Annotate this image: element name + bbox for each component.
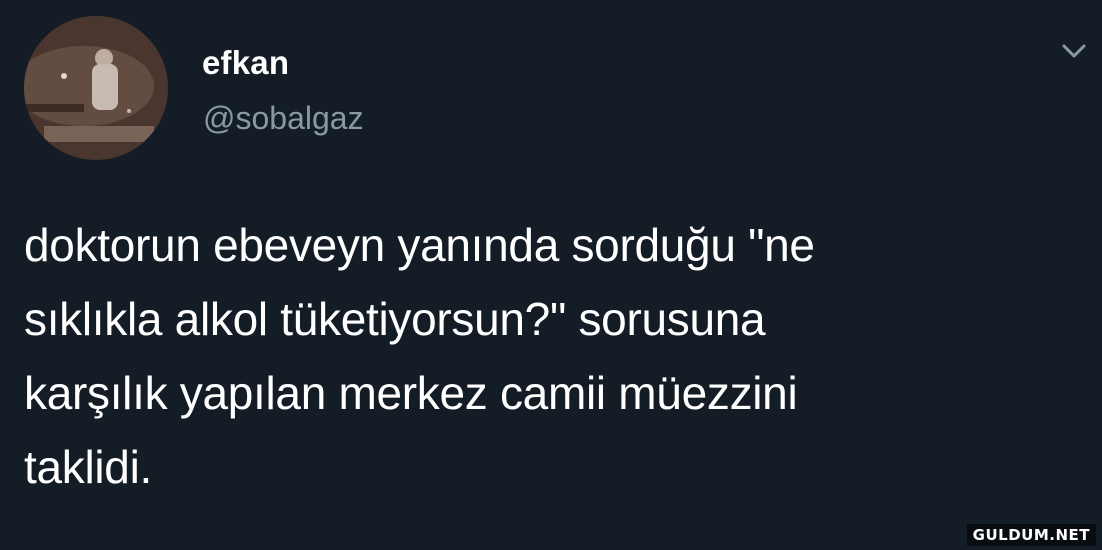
tweet-text: doktorun ebeveyn yanında sorduğu "ne sık… xyxy=(24,219,815,493)
user-handle[interactable]: @sobalgaz xyxy=(203,100,364,137)
tweet-card: efkan @sobalgaz doktorun ebeveyn yanında… xyxy=(0,0,1102,550)
avatar[interactable] xyxy=(24,16,168,160)
avatar-photo xyxy=(24,16,168,160)
watermark: GULDUM.NET xyxy=(966,524,1096,546)
chevron-down-icon[interactable] xyxy=(1058,40,1090,64)
display-name[interactable]: efkan xyxy=(202,44,289,82)
